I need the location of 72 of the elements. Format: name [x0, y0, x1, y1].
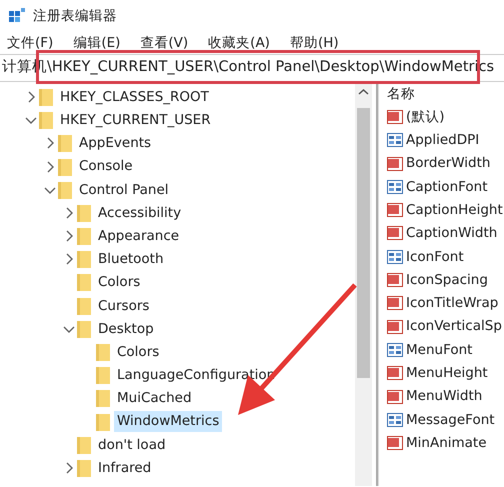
binary-value-icon	[387, 178, 404, 195]
string-value-icon	[387, 318, 404, 335]
value-name[interactable]: (默认)	[406, 106, 445, 128]
folder-icon	[76, 249, 92, 270]
column-header[interactable]: 名称	[387, 84, 415, 104]
folder-icon	[76, 296, 92, 316]
string-value-icon	[387, 365, 404, 382]
tree-item[interactable]: MuiCached	[114, 388, 195, 409]
binary-value-icon	[387, 342, 404, 358]
tree-item[interactable]: Bluetooth	[95, 249, 167, 270]
string-value-icon	[387, 435, 404, 452]
menu-item[interactable]: 编辑(E)	[70, 32, 124, 54]
folder-icon	[76, 434, 92, 455]
folder-icon	[95, 412, 111, 432]
value-name[interactable]: MenuHeight	[406, 363, 488, 384]
folder-icon	[76, 318, 92, 339]
folder-icon	[76, 272, 92, 292]
tree-item[interactable]: Cursors	[95, 296, 152, 316]
folder-icon	[57, 133, 73, 154]
menu-item[interactable]: 文件(F)	[4, 32, 56, 54]
tree-item[interactable]: HKEY_CURRENT_USER	[57, 110, 214, 130]
binary-value-icon	[387, 132, 404, 148]
string-value-icon	[387, 295, 404, 312]
string-value-icon	[387, 156, 404, 172]
value-name[interactable]: AppliedDPI	[406, 130, 480, 150]
tree-item[interactable]: AppEvents	[76, 133, 154, 154]
tree-item[interactable]: don't load	[95, 434, 169, 455]
tree-item[interactable]: WindowMetrics	[114, 411, 222, 432]
folder-icon	[95, 365, 111, 386]
folder-icon	[76, 458, 92, 478]
tree-item[interactable]: Accessibility	[95, 202, 184, 224]
value-name[interactable]: CaptionHeight	[406, 200, 503, 220]
value-name[interactable]: IconSpacing	[406, 270, 488, 290]
tree-item[interactable]: HKEY_CLASSES_ROOT	[57, 86, 212, 108]
value-name[interactable]: MinAnimate	[406, 432, 487, 454]
scrollbar[interactable]	[355, 82, 372, 486]
folder-icon	[76, 202, 92, 223]
tree-item[interactable]: Desktop	[95, 318, 157, 339]
window-title: 注册表编辑器	[32, 6, 117, 26]
string-value-icon	[387, 108, 404, 125]
folder-icon	[76, 226, 92, 246]
tree-item[interactable]: Control Panel	[76, 180, 172, 200]
value-name[interactable]: MessageFont	[406, 410, 495, 430]
folder-icon	[95, 342, 111, 362]
folder-icon	[38, 110, 54, 130]
folder-icon	[95, 388, 111, 408]
string-value-icon	[387, 388, 404, 404]
value-name[interactable]: MenuFont	[406, 340, 472, 360]
value-name[interactable]: IconTitleWrap	[406, 293, 498, 314]
tree-item[interactable]: Infrared	[95, 458, 154, 478]
binary-value-icon	[387, 412, 404, 428]
value-name[interactable]: CaptionWidth	[406, 223, 498, 244]
string-value-icon	[387, 225, 404, 242]
menu-item[interactable]: 查看(V)	[137, 32, 192, 54]
string-value-icon	[387, 202, 404, 218]
value-name[interactable]: MenuWidth	[406, 386, 482, 407]
app-icon	[8, 7, 26, 25]
tree-item[interactable]: Appearance	[95, 226, 182, 246]
binary-value-icon	[387, 248, 404, 265]
value-name[interactable]: IconFont	[406, 246, 464, 267]
value-name[interactable]: BorderWidth	[406, 153, 490, 174]
menu-item[interactable]: 收藏夹(A)	[205, 32, 273, 54]
value-name[interactable]: IconVerticalSp	[406, 316, 502, 337]
tree-item[interactable]: Colors	[95, 272, 144, 293]
folder-icon	[38, 86, 54, 107]
folder-icon	[57, 180, 73, 200]
string-value-icon	[387, 272, 404, 288]
menu-item[interactable]: 帮助(H)	[286, 32, 342, 54]
value-name[interactable]: CaptionFont	[406, 176, 488, 197]
tree-item[interactable]: Colors	[114, 342, 162, 362]
tree-item[interactable]: Console	[76, 156, 136, 177]
folder-icon	[57, 156, 73, 177]
